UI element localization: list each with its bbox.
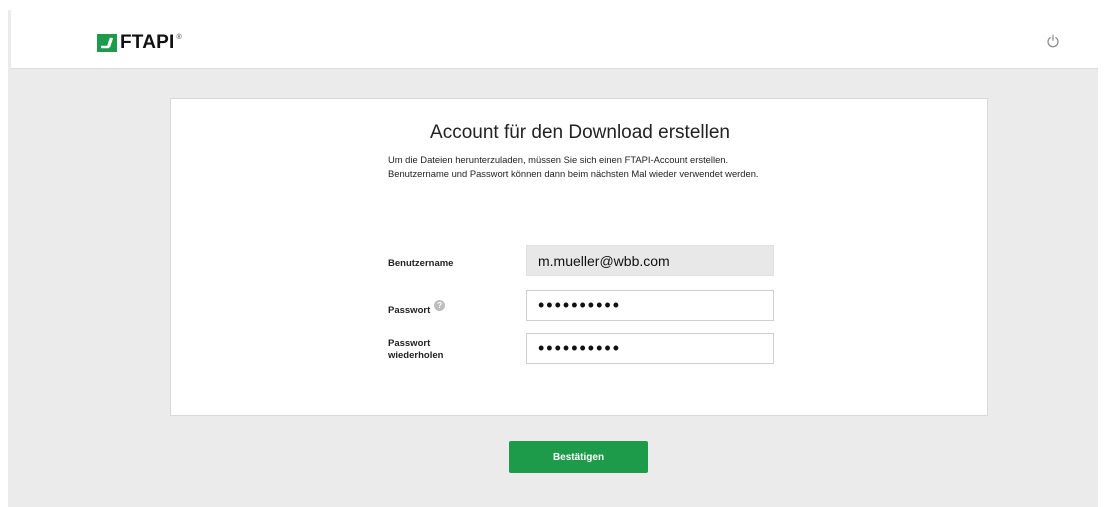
top-bar: FTAPI ®: [11, 10, 1098, 69]
password-repeat-field[interactable]: [526, 333, 774, 364]
create-account-card: Account für den Download erstellen Um di…: [170, 98, 988, 416]
password-label-row: Passwort ?: [388, 300, 446, 317]
page-title: Account für den Download erstellen: [430, 122, 730, 143]
logo-registered-mark: ®: [176, 34, 182, 41]
logo-text: FTAPI: [120, 32, 175, 53]
password-repeat-label-line1: Passwort: [388, 338, 431, 349]
password-field[interactable]: [526, 290, 774, 321]
username-field[interactable]: [526, 245, 774, 276]
description-text: Um die Dateien herunterzuladen, müssen S…: [388, 154, 759, 179]
password-repeat-label-line2: wiederholen: [388, 350, 444, 361]
help-icon[interactable]: ?: [434, 300, 446, 311]
username-label: Benutzername: [388, 258, 454, 269]
power-icon[interactable]: [1046, 34, 1060, 48]
password-label: Passwort: [388, 305, 431, 316]
ftapi-logo[interactable]: FTAPI ®: [97, 32, 182, 53]
password-repeat-label: Passwort wiederholen: [388, 338, 443, 362]
ftapi-logo-icon: [97, 34, 117, 52]
confirm-button[interactable]: Bestätigen: [509, 441, 648, 473]
page-background: FTAPI ® Account für den Download erstell…: [8, 10, 1098, 507]
